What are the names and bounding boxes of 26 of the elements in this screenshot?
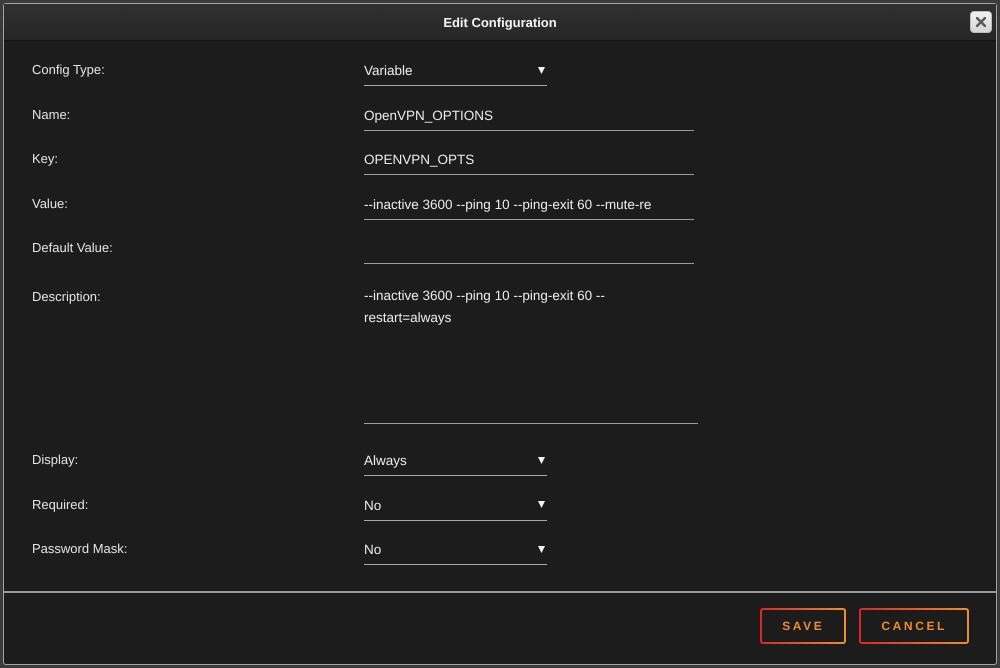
text-field[interactable]: OPENVPN_OPTS xyxy=(364,145,694,175)
field-label: Required: xyxy=(32,496,90,512)
field-label: Display: xyxy=(32,451,80,468)
dropdown[interactable]: No xyxy=(364,490,547,520)
text-area[interactable]: --inactive 3600 --ping 10 --ping-exit 60 --restart=always xyxy=(364,278,698,424)
dropdown[interactable]: Variable xyxy=(364,56,547,86)
field-label: Default Value: xyxy=(32,239,114,256)
caret-icon xyxy=(538,501,545,508)
dialog-title: Edit Configuration xyxy=(443,14,557,30)
caret-icon xyxy=(538,546,545,552)
caret-icon xyxy=(538,66,545,74)
close-icon xyxy=(976,17,986,27)
action-button[interactable]: SAVE xyxy=(760,608,846,644)
close-button[interactable] xyxy=(970,11,992,33)
dropdown[interactable]: No xyxy=(364,535,547,565)
action-button[interactable]: CANCEL xyxy=(859,608,969,644)
text-field[interactable]: OpenVPN_OPTIONS xyxy=(364,100,694,130)
caret-icon xyxy=(538,456,545,464)
field-label: Key: xyxy=(32,150,60,167)
field-label: Value: xyxy=(32,194,69,212)
text-field[interactable]: --inactive 3600 --ping 10 --ping-exit 60 --mute-re xyxy=(364,190,694,220)
dropdown[interactable]: Always xyxy=(364,446,547,476)
field-label: Description: xyxy=(32,288,102,304)
field-label: Name: xyxy=(32,106,72,122)
field-label: Password Mask: xyxy=(32,540,128,557)
field-label: Config Type: xyxy=(32,61,106,78)
